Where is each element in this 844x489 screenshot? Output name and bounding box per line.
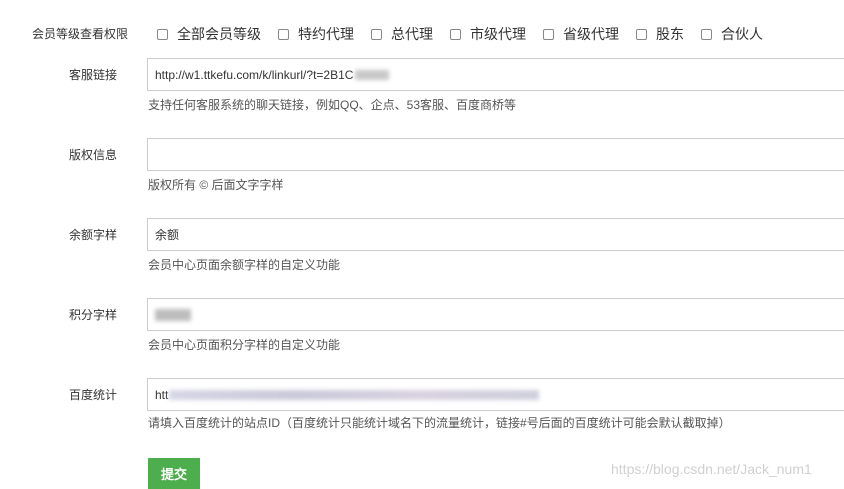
customer-service-link-input[interactable]: http://w1.ttkefu.com/k/linkurl/?t=2B1C: [147, 58, 844, 91]
redacted-text-blur: [155, 308, 191, 321]
checkbox-all-levels[interactable]: 全部会员等级: [157, 24, 261, 44]
checkbox-box[interactable]: [278, 28, 289, 40]
points-text-help: 会员中心页面积分字样的自定义功能: [148, 338, 341, 352]
baidu-stats-value: htt: [155, 387, 169, 402]
checkbox-city-agent[interactable]: 市级代理: [450, 24, 526, 44]
balance-text-value: 余额: [155, 228, 180, 242]
baidu-stats-label: 百度统计: [69, 388, 118, 402]
checkbox-box[interactable]: [636, 28, 647, 40]
checkbox-province-agent[interactable]: 省级代理: [543, 24, 619, 44]
checkbox-label: 市级代理: [470, 26, 526, 42]
checkbox-label: 全部会员等级: [177, 26, 261, 42]
customer-service-link-value: http://w1.ttkefu.com/k/linkurl/?t=2B1C: [155, 67, 354, 82]
checkbox-box[interactable]: [543, 28, 554, 40]
submit-button[interactable]: 提交: [148, 458, 200, 489]
checkbox-special-agent[interactable]: 特约代理: [278, 24, 354, 44]
checkbox-general-agent[interactable]: 总代理: [371, 24, 433, 44]
baidu-stats-input[interactable]: htt: [147, 378, 844, 411]
points-text-input[interactable]: [147, 298, 844, 331]
checkbox-box[interactable]: [450, 28, 461, 40]
balance-text-label: 余额字样: [69, 228, 118, 242]
points-text-label: 积分字样: [69, 308, 118, 322]
checkbox-label: 股东: [656, 26, 684, 42]
customer-service-link-help: 支持任何客服系统的聊天链接，例如QQ、企点、53客服、百度商桥等: [148, 98, 517, 112]
copyright-help: 版权所有 © 后面文字字样: [148, 178, 284, 192]
checkbox-partner[interactable]: 合伙人: [701, 24, 763, 44]
redacted-text-blur: [355, 69, 390, 80]
checkbox-label: 合伙人: [721, 26, 763, 42]
copyright-label: 版权信息: [69, 148, 118, 162]
member-level-checkbox-group: 全部会员等级 特约代理 总代理 市级代理 省级代理 股东 合伙人: [157, 24, 780, 44]
copyright-input[interactable]: [147, 138, 844, 171]
member-level-permission-label: 会员等级查看权限: [32, 27, 129, 41]
balance-text-help: 会员中心页面余额字样的自定义功能: [148, 258, 341, 272]
customer-service-link-label: 客服链接: [69, 68, 118, 82]
baidu-stats-help: 请填入百度统计的站点ID（百度统计只能统计域名下的流量统计，链接#号后面的百度统…: [148, 416, 731, 430]
checkbox-label: 总代理: [391, 26, 433, 42]
watermark-text: https://blog.csdn.net/Jack_num1: [611, 461, 812, 477]
checkbox-box[interactable]: [701, 28, 712, 40]
checkbox-label: 特约代理: [298, 26, 354, 42]
redacted-text-blur: [169, 389, 540, 400]
checkbox-label: 省级代理: [563, 26, 619, 42]
checkbox-box[interactable]: [371, 28, 382, 40]
checkbox-shareholder[interactable]: 股东: [636, 24, 684, 44]
checkbox-box[interactable]: [157, 28, 168, 40]
balance-text-input[interactable]: 余额: [147, 218, 844, 251]
